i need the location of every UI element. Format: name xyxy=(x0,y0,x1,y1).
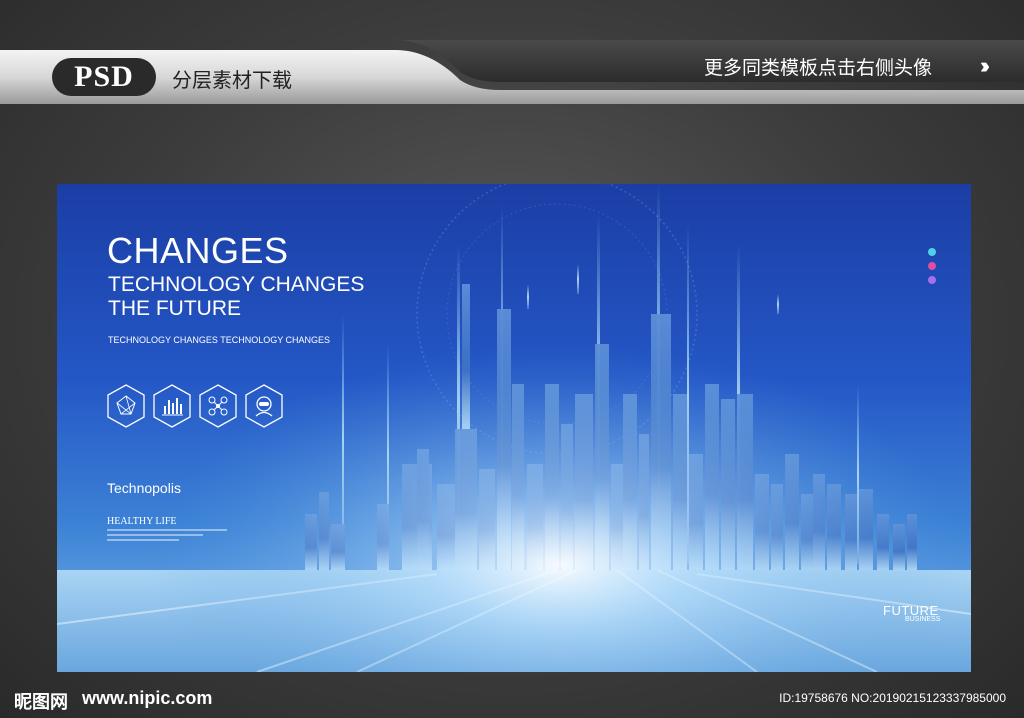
nipic-logo[interactable]: 昵图网 xyxy=(14,688,68,714)
image-id-label: ID:19758676 NO:20190215123337985000 xyxy=(779,691,1006,705)
poster-subtitle: TECHNOLOGY CHANGES THE FUTURE xyxy=(108,273,365,320)
network-icon xyxy=(107,384,145,428)
more-templates-label[interactable]: 更多同类模板点击右侧头像 xyxy=(704,53,932,80)
nipic-url-link[interactable]: www.nipic.com xyxy=(82,688,212,709)
poster-image: CHANGES TECHNOLOGY CHANGES THE FUTURE TE… xyxy=(57,184,971,672)
decorative-text-lines xyxy=(107,529,227,544)
layered-download-label: 分层素材下载 xyxy=(172,70,292,92)
cyan-dot-icon xyxy=(928,248,936,256)
future-subtitle: BUSINESS xyxy=(905,616,941,623)
astronaut-icon xyxy=(245,384,283,428)
pink-dot-icon xyxy=(928,262,936,270)
technopolis-label: Technopolis xyxy=(107,480,181,496)
purple-dot-icon xyxy=(928,276,936,284)
feature-icons xyxy=(106,384,284,428)
color-dots xyxy=(928,248,936,284)
poster-title: CHANGES xyxy=(107,230,289,271)
molecule-icon xyxy=(199,384,237,428)
psd-badge: PSD xyxy=(52,58,156,96)
triple-chevron-right-icon[interactable]: ››› xyxy=(980,53,990,79)
healthy-life-label: HEALTHY LIFE xyxy=(107,516,177,527)
bar-chart-icon xyxy=(153,384,191,428)
poster-tagline: TECHNOLOGY CHANGES TECHNOLOGY CHANGES xyxy=(108,335,331,345)
